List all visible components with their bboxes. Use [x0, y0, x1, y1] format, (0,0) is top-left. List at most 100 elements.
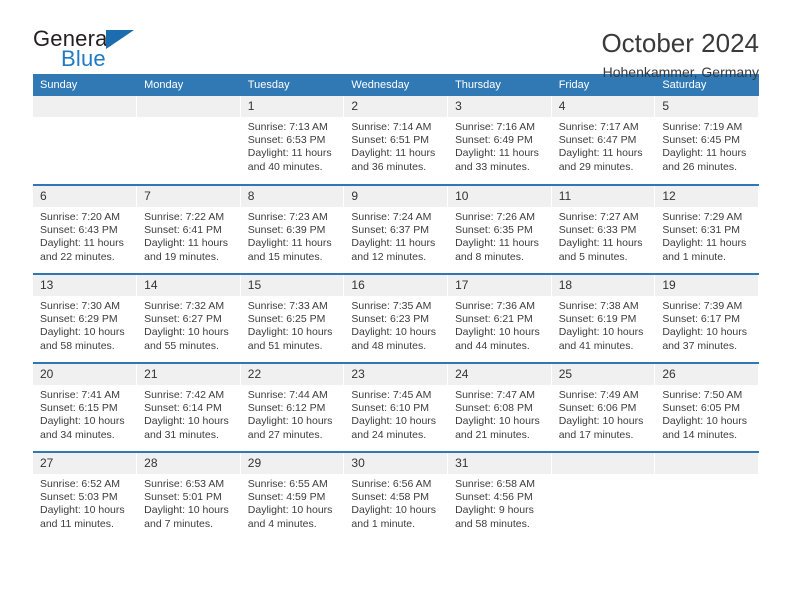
day-cell-inner: 9 Sunrise: 7:24 AM Sunset: 6:37 PM Daylight… — [344, 186, 448, 273]
calendar-day-cell[interactable]: 25 Sunrise: 7:49 AM Sunset: 6:06 PM Dayligh… — [551, 362, 656, 452]
sunrise-text: Sunrise: 7:27 AM — [558, 211, 639, 223]
day-number: 24 — [448, 364, 551, 385]
day-cell-inner: 11 Sunrise: 7:27 AM Sunset: 6:33 PM Dayligh… — [551, 186, 655, 273]
day-cell-inner: 16 Sunrise: 7:35 AM Sunset: 6:23 PM Dayligh… — [344, 275, 448, 362]
calendar-day-cell[interactable]: 14 Sunrise: 7:32 AM Sunset: 6:27 PM Dayligh… — [136, 273, 241, 363]
sunset-text: Sunset: 6:17 PM — [662, 313, 740, 326]
day-cell-inner: 28 Sunrise: 6:53 AM Sunset: 5:01 PM Dayligh… — [137, 453, 240, 541]
sunrise-text: Sunrise: 7:42 AM — [144, 389, 225, 401]
calendar-day-cell[interactable]: 8 Sunrise: 7:23 AM Sunset: 6:39 PM Daylight… — [240, 184, 345, 274]
sunrise-text: Sunrise: 7:24 AM — [351, 211, 432, 223]
sun-info: Sunrise: 7:19 AM Sunset: 6:45 PM Daylight:… — [655, 117, 758, 174]
calendar-grid: Sunday Monday Tuesday Wednesday Thursday Frid… — [33, 74, 759, 541]
calendar-day-cell[interactable]: 29 Sunrise: 6:55 AM Sunset: 4:59 PM Dayligh… — [240, 451, 345, 541]
sunset-text: Sunset: 6:08 PM — [455, 402, 533, 415]
calendar-day-cell[interactable]: 4 Sunrise: 7:17 AM Sunset: 6:47 PM Daylight… — [551, 96, 656, 185]
calendar-day-cell[interactable]: 30 Sunrise: 6:56 AM Sunset: 4:58 PM Dayligh… — [343, 451, 449, 541]
day-cell-inner: 8 Sunrise: 7:23 AM Sunset: 6:39 PM Daylight… — [240, 186, 344, 273]
day-cell-inner: 6 Sunrise: 7:20 AM Sunset: 6:43 PM Daylight… — [33, 186, 137, 273]
sunrise-text: Sunrise: 7:38 AM — [558, 300, 639, 312]
daylight-text: Daylight: 11 hours and 22 minutes. — [40, 237, 124, 263]
sunset-text: Sunset: 6:49 PM — [455, 134, 533, 147]
sunset-text: Sunset: 6:23 PM — [351, 313, 430, 326]
calendar-day-cell[interactable]: 27 Sunrise: 6:52 AM Sunset: 5:03 PM Dayligh… — [33, 451, 138, 541]
day-number: 26 — [655, 364, 758, 385]
sun-info: Sunrise: 7:38 AM Sunset: 6:19 PM Daylight:… — [552, 296, 655, 353]
weekday-header-sunday: Sunday — [33, 74, 138, 96]
daylight-text: Daylight: 11 hours and 8 minutes. — [455, 237, 539, 263]
calendar-day-cell[interactable]: 7 Sunrise: 7:22 AM Sunset: 6:41 PM Daylight… — [136, 184, 241, 274]
sunset-text: Sunset: 6:41 PM — [144, 224, 222, 237]
sunrise-text: Sunrise: 7:41 AM — [40, 389, 120, 401]
sun-info: Sunrise: 7:47 AM Sunset: 6:08 PM Daylight:… — [448, 385, 551, 442]
sunrise-text: Sunrise: 7:26 AM — [455, 211, 536, 223]
sunset-text: Sunset: 6:31 PM — [662, 224, 740, 237]
day-number: 13 — [33, 275, 137, 296]
day-cell-inner: 17 Sunrise: 7:36 AM Sunset: 6:21 PM Dayligh… — [448, 275, 551, 362]
calendar-day-cell[interactable]: 26 Sunrise: 7:50 AM Sunset: 6:05 PM Dayligh… — [654, 362, 759, 452]
calendar-day-cell[interactable]: 17 Sunrise: 7:36 AM Sunset: 6:21 PM Dayligh… — [447, 273, 552, 363]
day-cell-inner — [33, 96, 137, 184]
calendar-day-cell[interactable]: 3 Sunrise: 7:16 AM Sunset: 6:49 PM Daylight… — [447, 96, 552, 185]
calendar-day-cell-empty — [136, 96, 241, 185]
calendar-day-cell-empty — [654, 451, 759, 541]
calendar-day-cell[interactable]: 20 Sunrise: 7:41 AM Sunset: 6:15 PM Dayligh… — [33, 362, 138, 452]
calendar-day-cell[interactable]: 2 Sunrise: 7:14 AM Sunset: 6:51 PM Daylight… — [343, 96, 449, 185]
sunset-text: Sunset: 6:10 PM — [351, 402, 430, 415]
sunset-text: Sunset: 4:58 PM — [351, 491, 430, 504]
sun-info: Sunrise: 7:32 AM Sunset: 6:27 PM Daylight:… — [137, 296, 240, 353]
calendar-day-cell-empty — [551, 451, 656, 541]
sun-info: Sunrise: 7:49 AM Sunset: 6:06 PM Daylight:… — [552, 385, 655, 442]
sunset-text: Sunset: 6:39 PM — [247, 224, 326, 237]
calendar-day-cell[interactable]: 10 Sunrise: 7:26 AM Sunset: 6:35 PM Dayligh… — [447, 184, 552, 274]
day-cell-inner: 20 Sunrise: 7:41 AM Sunset: 6:15 PM Dayligh… — [33, 364, 137, 451]
sun-info: Sunrise: 7:33 AM Sunset: 6:25 PM Daylight:… — [241, 296, 344, 353]
calendar-day-cell[interactable]: 18 Sunrise: 7:38 AM Sunset: 6:19 PM Dayligh… — [551, 273, 656, 363]
day-cell-inner: 24 Sunrise: 7:47 AM Sunset: 6:08 PM Dayligh… — [448, 364, 551, 451]
logo-text-blue: Blue — [61, 46, 106, 71]
calendar-day-cell[interactable]: 12 Sunrise: 7:29 AM Sunset: 6:31 PM Dayligh… — [654, 184, 759, 274]
sunset-text: Sunset: 6:43 PM — [40, 224, 118, 237]
day-number — [137, 96, 240, 117]
calendar-day-cell[interactable]: 11 Sunrise: 7:27 AM Sunset: 6:33 PM Dayligh… — [551, 184, 656, 274]
sunrise-text: Sunrise: 7:29 AM — [662, 211, 743, 223]
calendar-day-cell[interactable]: 13 Sunrise: 7:30 AM Sunset: 6:29 PM Dayligh… — [33, 273, 138, 363]
calendar-day-cell[interactable]: 1 Sunrise: 7:13 AM Sunset: 6:53 PM Daylight… — [240, 96, 345, 185]
calendar-day-cell[interactable]: 6 Sunrise: 7:20 AM Sunset: 6:43 PM Daylight… — [33, 184, 138, 274]
calendar-day-cell[interactable]: 24 Sunrise: 7:47 AM Sunset: 6:08 PM Dayligh… — [447, 362, 552, 452]
calendar-day-cell[interactable]: 31 Sunrise: 6:58 AM Sunset: 4:56 PM Dayligh… — [447, 451, 552, 541]
calendar-day-cell[interactable]: 23 Sunrise: 7:45 AM Sunset: 6:10 PM Dayligh… — [343, 362, 449, 452]
calendar-week-row: 13 Sunrise: 7:30 AM Sunset: 6:29 PM Dayligh… — [33, 273, 759, 363]
sun-info: Sunrise: 7:26 AM Sunset: 6:35 PM Daylight:… — [448, 207, 551, 264]
sunrise-text: Sunrise: 7:39 AM — [662, 300, 743, 312]
calendar-day-cell[interactable]: 28 Sunrise: 6:53 AM Sunset: 5:01 PM Dayligh… — [136, 451, 241, 541]
day-cell-inner: 7 Sunrise: 7:22 AM Sunset: 6:41 PM Daylight… — [137, 186, 240, 273]
day-cell-inner: 21 Sunrise: 7:42 AM Sunset: 6:14 PM Dayligh… — [137, 364, 240, 451]
calendar-day-cell[interactable]: 15 Sunrise: 7:33 AM Sunset: 6:25 PM Dayligh… — [240, 273, 345, 363]
calendar-day-cell[interactable]: 21 Sunrise: 7:42 AM Sunset: 6:14 PM Dayligh… — [136, 362, 241, 452]
day-number: 9 — [344, 186, 448, 207]
sunrise-text: Sunrise: 7:13 AM — [247, 121, 328, 133]
sunrise-text: Sunrise: 7:32 AM — [144, 300, 225, 312]
daylight-text: Daylight: 10 hours and 4 minutes. — [247, 504, 333, 530]
sunset-text: Sunset: 6:51 PM — [351, 134, 430, 147]
sunset-text: Sunset: 5:01 PM — [144, 491, 222, 504]
calendar-day-cell[interactable]: 5 Sunrise: 7:19 AM Sunset: 6:45 PM Daylight… — [654, 96, 759, 185]
day-number: 25 — [551, 364, 655, 385]
day-number — [655, 453, 758, 474]
calendar-day-cell[interactable]: 19 Sunrise: 7:39 AM Sunset: 6:17 PM Dayligh… — [654, 273, 759, 363]
sun-info: Sunrise: 7:50 AM Sunset: 6:05 PM Daylight:… — [655, 385, 758, 442]
day-cell-inner: 31 Sunrise: 6:58 AM Sunset: 4:56 PM Dayligh… — [448, 453, 551, 541]
day-cell-inner: 4 Sunrise: 7:17 AM Sunset: 6:47 PM Daylight… — [551, 96, 655, 184]
calendar-day-cell[interactable]: 16 Sunrise: 7:35 AM Sunset: 6:23 PM Dayligh… — [343, 273, 449, 363]
day-cell-inner: 27 Sunrise: 6:52 AM Sunset: 5:03 PM Dayligh… — [33, 453, 137, 541]
sun-info: Sunrise: 6:55 AM Sunset: 4:59 PM Daylight:… — [241, 474, 344, 531]
calendar-day-cell[interactable]: 22 Sunrise: 7:44 AM Sunset: 6:12 PM Dayligh… — [240, 362, 345, 452]
day-cell-inner: 29 Sunrise: 6:55 AM Sunset: 4:59 PM Dayligh… — [240, 453, 344, 541]
general-blue-logo[interactable]: General Blue — [33, 28, 163, 74]
calendar-day-cell[interactable]: 9 Sunrise: 7:24 AM Sunset: 6:37 PM Daylight… — [343, 184, 449, 274]
daylight-text: Daylight: 10 hours and 37 minutes. — [662, 326, 747, 352]
sunrise-text: Sunrise: 7:22 AM — [144, 211, 225, 223]
day-cell-inner: 3 Sunrise: 7:16 AM Sunset: 6:49 PM Daylight… — [448, 96, 551, 184]
sun-info: Sunrise: 7:27 AM Sunset: 6:33 PM Daylight:… — [552, 207, 655, 264]
